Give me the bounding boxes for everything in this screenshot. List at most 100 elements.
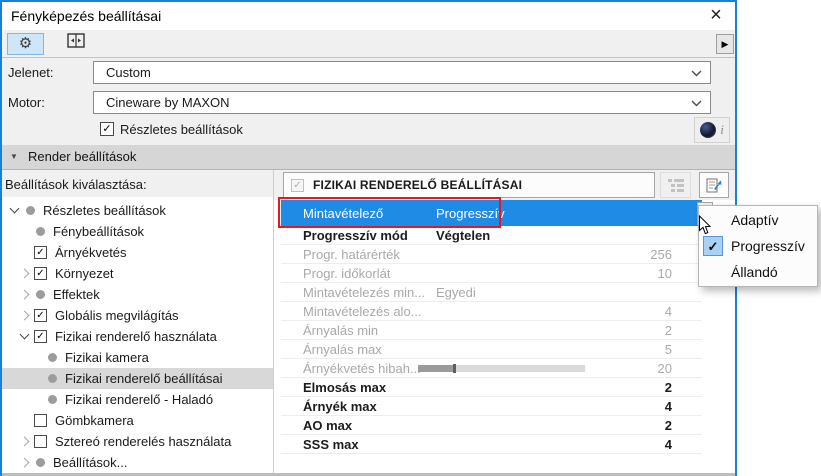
param-value: 10 [658, 266, 672, 281]
param-row-mintavetelezes-alo[interactable]: Mintavételezés alo...4 [281, 302, 702, 321]
menu-item-progressziv[interactable]: ✓ Progresszív [699, 233, 817, 259]
settings-tab-button[interactable]: ⚙ [7, 33, 44, 55]
param-row-progressziv-mod[interactable]: Progresszív módVégtelen [281, 226, 702, 245]
engine-label: Motor: [8, 92, 45, 114]
param-row-ao-max[interactable]: AO max2 [281, 416, 702, 435]
scene-dropdown[interactable]: Custom [93, 61, 711, 84]
param-row-elmosas-max[interactable]: Elmosás max2 [281, 378, 702, 397]
settings-tree: Részletes beállítások Fénybeállítások ✓Árn… [0, 197, 273, 474]
tree-list-icon [667, 178, 685, 192]
menu-item-label: Adaptív [731, 212, 778, 228]
tree-item-effektek[interactable]: Effektek [0, 284, 273, 305]
param-label: Mintavételező [303, 206, 383, 221]
param-row-progr-idokorlat[interactable]: Progr. időkorlát 10 [281, 264, 702, 283]
param-row-arnyek-max[interactable]: Árnyék max 4 [281, 397, 702, 416]
tree-checkbox[interactable]: ✓ [34, 246, 47, 259]
info-icon: i [720, 122, 724, 138]
render-settings-section-header[interactable]: ▼ Render beállítások [0, 145, 737, 170]
arrow-spacer [28, 347, 46, 368]
param-row-sss-max[interactable]: SSS max 4 [281, 435, 702, 454]
param-row-mintavetelezo[interactable]: MintavételezőProgresszív [281, 200, 702, 226]
param-row-progr-hatarertek[interactable]: Progr. határérték256 [281, 245, 702, 264]
expand-arrow-icon[interactable] [16, 305, 34, 326]
param-row-arnyalas-min[interactable]: Árnyalás min2 [281, 321, 702, 340]
tree-checkbox[interactable]: ✓ [34, 309, 47, 322]
menu-item-label: Állandó [731, 264, 778, 280]
collapse-arrow-icon[interactable] [16, 326, 34, 347]
tree-checkbox[interactable] [34, 435, 47, 448]
scene-label: Jelenet: [8, 62, 54, 84]
toolbar-overflow-button[interactable]: ▶ [716, 34, 734, 54]
tree-item-sztereo-rendereles-hasznalata[interactable]: Sztereó renderelés használata [0, 431, 273, 452]
document-arrow-icon [705, 177, 723, 194]
close-icon[interactable]: × [700, 2, 732, 30]
toolbar [2, 30, 735, 58]
tree-item-fizikai-renderelo-hasznalata[interactable]: ✓ Fizikai renderelő használata [0, 326, 273, 347]
tree-item-globalis-megvilagitas[interactable]: ✓Globális megvilágítás [0, 305, 273, 326]
arrow-spacer [16, 242, 34, 263]
expand-arrow-icon[interactable] [16, 452, 34, 473]
tree-checkbox[interactable]: ✓ [34, 330, 47, 343]
tree-item-reszletes-beallitasok[interactable]: Részletes beállítások [0, 200, 273, 221]
param-row-arnyalas-max[interactable]: Árnyalás max5 [281, 340, 702, 359]
tree-checkbox[interactable]: ✓ [34, 267, 47, 280]
bullet-icon [26, 206, 35, 215]
param-value: 4 [665, 437, 672, 452]
dialog-title: Fényképezés beállításai [2, 2, 735, 30]
tree-item-label: Részletes beállítások [39, 203, 166, 218]
tree-item-kornyezet[interactable]: ✓Környezet [0, 263, 273, 284]
param-value: Egyedi [436, 285, 476, 300]
overflow-arrow-icon: ▶ [722, 39, 729, 49]
param-label: Progr. időkorlát [303, 266, 390, 281]
tree-item-label: Fizikai renderelő - Haladó [61, 392, 213, 407]
transfer-settings-button[interactable] [699, 172, 729, 198]
tree-item-label: Effektek [49, 287, 100, 302]
param-label: Árnyalás min [303, 323, 378, 338]
panel-header-bar[interactable]: ✓ FIZIKAI RENDERELŐ BEÁLLÍTÁSAI [283, 172, 655, 198]
tree-item-fizikai-renderelo-beallitasai[interactable]: Fizikai renderelő beállításai [0, 368, 273, 389]
bullet-icon [48, 353, 57, 362]
layout-tab-button[interactable] [59, 33, 93, 55]
tree-item-label: Fizikai renderelő használata [51, 329, 217, 344]
expand-arrow-icon[interactable] [16, 431, 34, 452]
param-row-mintavetelezes-min[interactable]: Mintavételezés min...Egyedi [281, 283, 702, 302]
param-value: 4 [665, 304, 672, 319]
cinema4d-info-button[interactable]: i [694, 117, 730, 143]
expand-arrow-icon[interactable] [16, 284, 34, 305]
tree-item-label: Gömbkamera [51, 413, 134, 428]
chevron-down-icon [691, 100, 702, 107]
engine-value: Cineware by MAXON [106, 95, 230, 110]
gear-icon: ⚙ [19, 35, 32, 52]
tree-item-beallitasok[interactable]: Beállítások... [0, 452, 273, 473]
menu-check-icon: ✓ [703, 236, 723, 256]
tree-checkbox[interactable] [34, 414, 47, 427]
param-label: Árnyék max [303, 399, 377, 414]
param-row-arnyekvetes-hibah[interactable]: Árnyékvetés hibah...20 [281, 359, 702, 378]
engine-dropdown[interactable]: Cineware by MAXON [93, 91, 711, 114]
param-slider [418, 365, 585, 372]
detailed-settings-checkbox[interactable]: ✓ [100, 122, 114, 136]
param-label: SSS max [303, 437, 359, 452]
menu-item-adaptiv[interactable]: Adaptív [699, 207, 817, 233]
cinema4d-icon [700, 122, 716, 138]
tree-item-arnyekvetes[interactable]: ✓Árnyékvetés [0, 242, 273, 263]
tree-item-gombkamera[interactable]: Gömbkamera [0, 410, 273, 431]
tree-item-label: Fénybeállítások [49, 224, 144, 239]
arrow-spacer [16, 221, 34, 242]
tree-item-fizikai-renderelo-halado[interactable]: Fizikai renderelő - Haladó [0, 389, 273, 410]
tree-item-fizikai-kamera[interactable]: Fizikai kamera [0, 347, 273, 368]
tree-item-fenybeallitasok[interactable]: Fénybeállítások [0, 221, 273, 242]
param-label: Elmosás max [303, 380, 386, 395]
expand-arrow-icon[interactable] [16, 263, 34, 284]
param-label: AO max [303, 418, 352, 433]
arrow-spacer [28, 368, 46, 389]
section-collapse-icon: ▼ [10, 145, 18, 169]
menu-item-label: Progresszív [731, 238, 805, 254]
tree-view-button[interactable] [660, 172, 691, 198]
param-label: Progresszív mód [303, 228, 408, 243]
collapse-arrow-icon[interactable] [6, 200, 24, 221]
param-value: 4 [665, 399, 672, 414]
panel-header-title: FIZIKAI RENDERELŐ BEÁLLÍTÁSAI [313, 178, 522, 192]
menu-item-allando[interactable]: Állandó [699, 259, 817, 285]
param-value: 20 [658, 361, 672, 376]
